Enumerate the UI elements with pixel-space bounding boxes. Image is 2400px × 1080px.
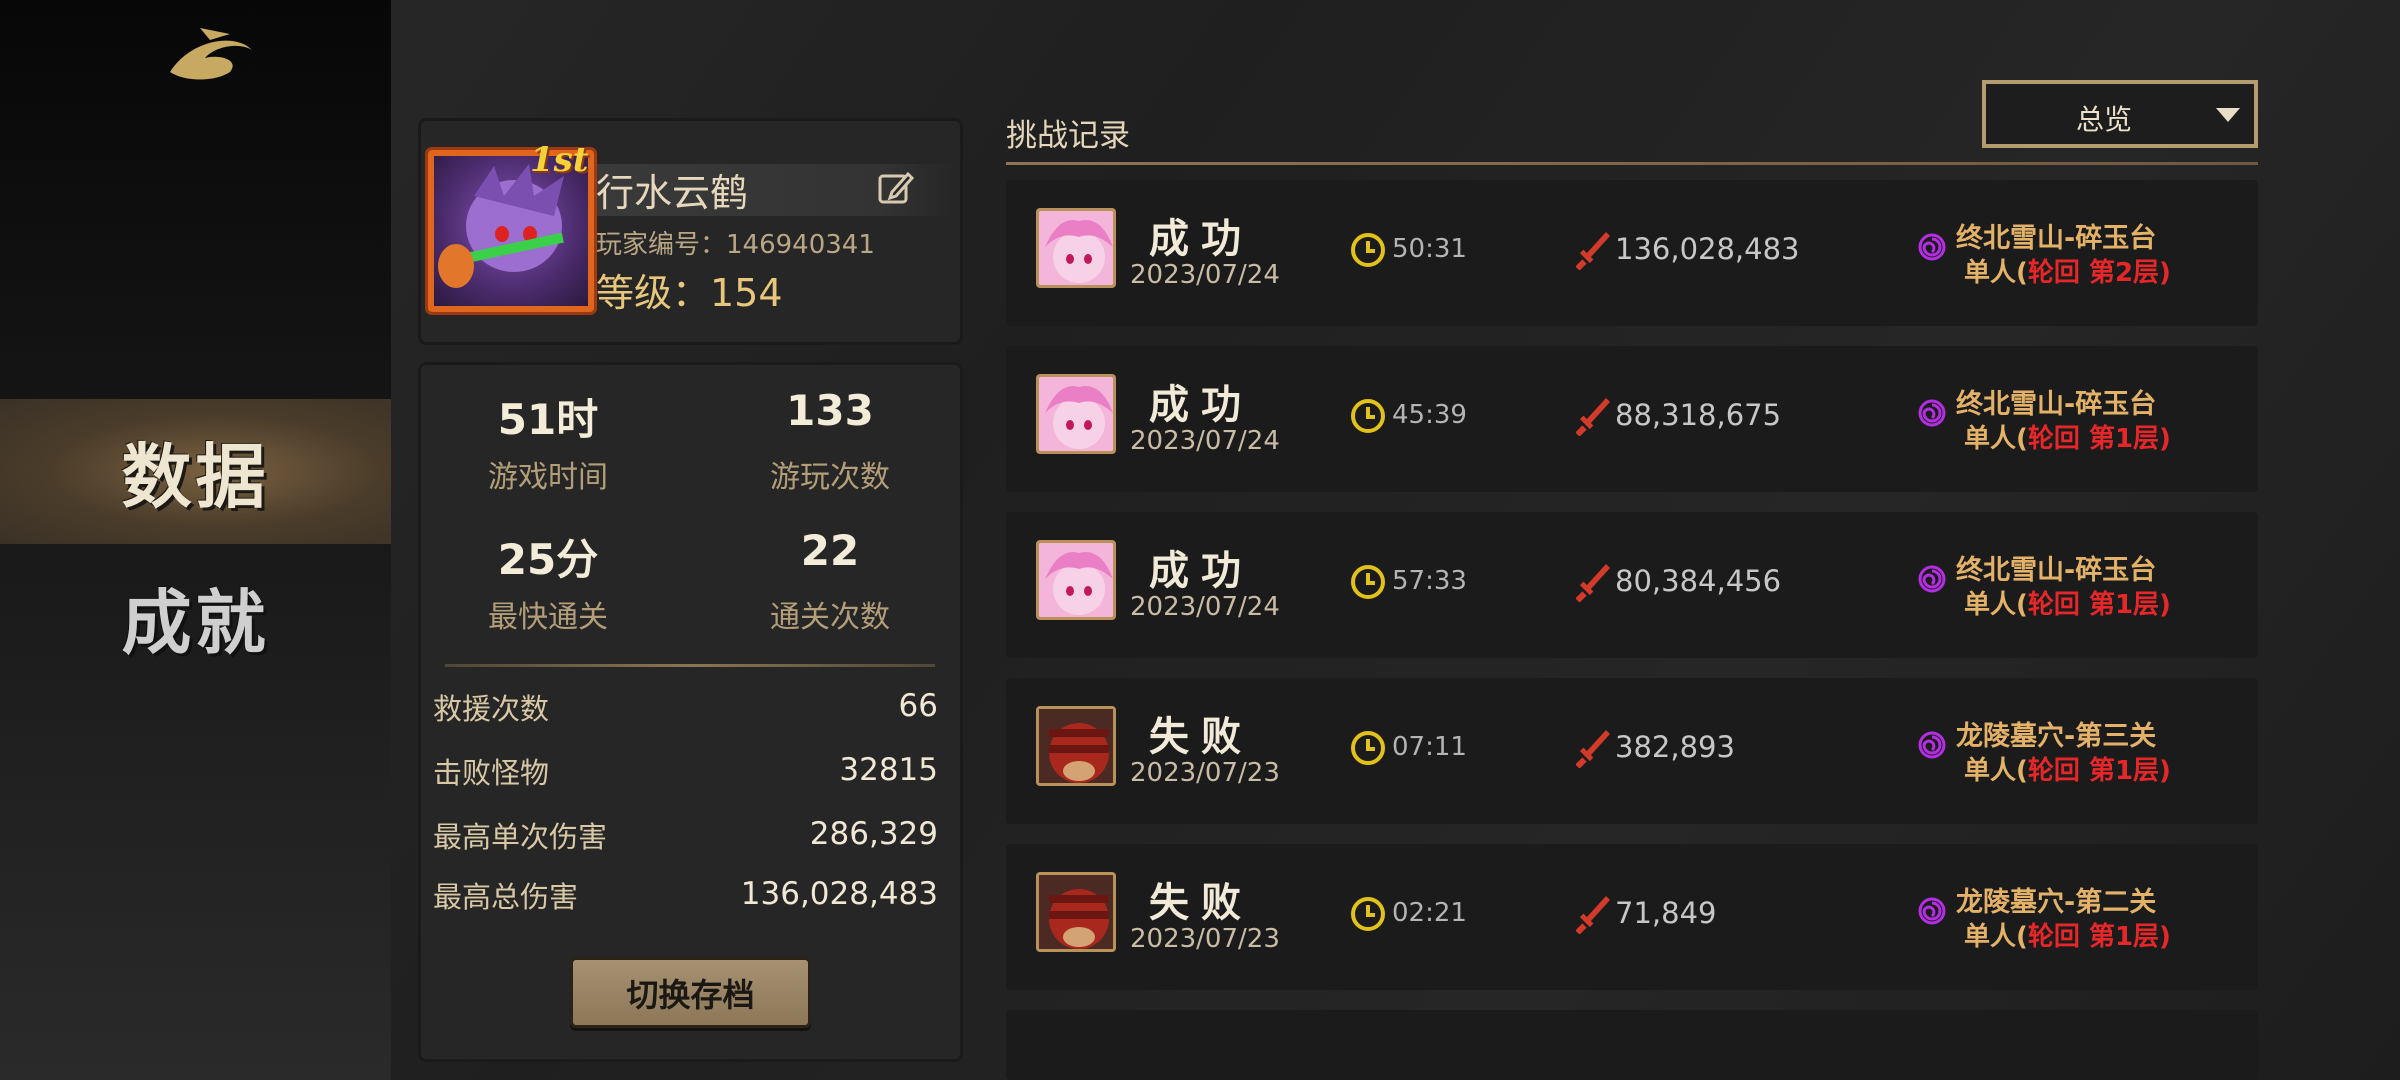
record-mode-prefix: 单人( xyxy=(1964,756,2028,786)
clock-icon xyxy=(1351,399,1385,433)
side-nav: 数据 成就 xyxy=(0,0,391,1080)
record-map: 终北雪山-碎玉台 xyxy=(1956,389,2157,420)
rescue-count-label: 救援次数 xyxy=(433,692,550,726)
record-map: 终北雪山-碎玉台 xyxy=(1956,555,2157,586)
play-time-label: 游戏时间 xyxy=(488,460,608,495)
player-level: 等级：154 xyxy=(596,271,783,315)
clock-icon xyxy=(1351,731,1385,765)
clear-count-value: 22 xyxy=(800,526,860,575)
play-count-value: 133 xyxy=(786,386,874,435)
record-character-avatar xyxy=(1036,706,1116,786)
damage-sword-icon xyxy=(1576,232,1610,270)
portal-swirl-icon xyxy=(1918,233,1946,261)
record-duration: 50:31 xyxy=(1392,234,1467,264)
record-mode-prefix: 单人( xyxy=(1964,922,2028,952)
chevron-down-icon xyxy=(2216,108,2240,122)
clear-count-label: 通关次数 xyxy=(770,600,890,635)
record-status: 失败 xyxy=(1149,879,1253,926)
portal-swirl-icon xyxy=(1918,731,1946,759)
game-logo-icon xyxy=(170,28,252,80)
record-character-avatar xyxy=(1036,540,1116,620)
record-status: 成功 xyxy=(1149,381,1253,428)
record-row[interactable]: 成功 2023/07/24 45:39 88,318,675 终北雪山-碎玉台 单人(轮回… xyxy=(1006,346,2258,492)
record-character-avatar xyxy=(1036,208,1116,288)
record-date: 2023/07/23 xyxy=(1130,758,1280,788)
record-row-partial xyxy=(1006,1010,2258,1080)
record-status: 成功 xyxy=(1149,547,1253,594)
record-date: 2023/07/23 xyxy=(1130,924,1280,954)
record-duration: 57:33 xyxy=(1392,566,1467,596)
play-count-label: 游玩次数 xyxy=(770,460,890,495)
rank-badge: 1st xyxy=(530,140,589,180)
record-character-avatar xyxy=(1036,374,1116,454)
max-single-damage-label: 最高单次伤害 xyxy=(433,820,608,854)
record-mode-prefix: 单人( xyxy=(1964,258,2028,288)
record-mode: 单人(轮回 第1层) xyxy=(1964,916,2171,953)
monsters-defeated-value: 32815 xyxy=(839,752,938,788)
record-status: 成功 xyxy=(1149,215,1253,262)
monsters-defeated-label: 击败怪物 xyxy=(433,756,550,790)
record-row[interactable]: 成功 2023/07/24 57:33 80,384,456 终北雪山-碎玉台 单人(轮回… xyxy=(1006,512,2258,658)
record-mode-detail: 轮回 第1层) xyxy=(2027,922,2171,952)
damage-sword-icon xyxy=(1576,564,1610,602)
damage-sword-icon xyxy=(1576,398,1610,436)
record-map: 终北雪山-碎玉台 xyxy=(1956,223,2157,254)
play-time-value: 51时 xyxy=(497,395,599,444)
max-total-damage-label: 最高总伤害 xyxy=(433,880,579,914)
max-single-damage-value: 286,329 xyxy=(809,816,938,852)
record-map: 龙陵墓穴-第二关 xyxy=(1956,887,2157,918)
portal-swirl-icon xyxy=(1918,565,1946,593)
nav-item-achievements[interactable]: 成就 xyxy=(0,545,391,690)
record-mode-detail: 轮回 第1层) xyxy=(2027,424,2171,454)
record-mode: 单人(轮回 第2层) xyxy=(1964,252,2171,289)
record-date: 2023/07/24 xyxy=(1130,260,1280,290)
fastest-clear-value: 25分 xyxy=(497,535,599,584)
rescue-count-value: 66 xyxy=(898,688,938,724)
record-duration: 07:11 xyxy=(1392,732,1467,762)
player-name: 行水云鹤 xyxy=(596,171,749,215)
record-mode-detail: 轮回 第1层) xyxy=(2027,590,2171,620)
fastest-clear-label: 最快通关 xyxy=(488,600,608,635)
record-duration: 45:39 xyxy=(1392,400,1467,430)
record-mode: 单人(轮回 第1层) xyxy=(1964,584,2171,621)
record-mode: 单人(轮回 第1层) xyxy=(1964,418,2171,455)
record-damage: 88,318,675 xyxy=(1615,398,1782,432)
stats-divider xyxy=(445,664,935,667)
record-damage: 136,028,483 xyxy=(1615,232,1800,266)
player-id: 玩家编号：146940341 xyxy=(596,230,875,260)
record-damage: 80,384,456 xyxy=(1615,564,1782,598)
record-damage: 71,849 xyxy=(1615,896,1717,930)
record-row[interactable]: 失败 2023/07/23 02:21 71,849 龙陵墓穴-第二关 单人(轮回 第1层… xyxy=(1006,844,2258,990)
portal-swirl-icon xyxy=(1918,399,1946,427)
damage-sword-icon xyxy=(1576,896,1610,934)
records-title-underline xyxy=(1006,162,2258,165)
record-mode-detail: 轮回 第1层) xyxy=(2027,756,2171,786)
records-title: 挑战记录 xyxy=(1006,118,1130,154)
record-duration: 02:21 xyxy=(1392,898,1467,928)
record-damage: 382,893 xyxy=(1615,730,1735,764)
clock-icon xyxy=(1351,565,1385,599)
record-row[interactable]: 失败 2023/07/23 07:11 382,893 龙陵墓穴-第三关 单人(轮回 第1… xyxy=(1006,678,2258,824)
record-mode-prefix: 单人( xyxy=(1964,590,2028,620)
max-total-damage-value: 136,028,483 xyxy=(740,876,938,912)
game-stats-screen: 数据 成就 1st 行水云鹤 玩家编号：146940341 等级：154 51时… xyxy=(0,0,2400,1080)
records-filter-value: 总览 xyxy=(2075,103,2132,136)
record-mode: 单人(轮回 第1层) xyxy=(1964,750,2171,787)
edit-icon[interactable] xyxy=(876,168,916,208)
nav-item-data[interactable]: 数据 xyxy=(0,399,391,544)
clock-icon xyxy=(1351,897,1385,931)
records-filter-dropdown[interactable]: 总览 xyxy=(1982,80,2258,148)
record-date: 2023/07/24 xyxy=(1130,592,1280,622)
record-map: 龙陵墓穴-第三关 xyxy=(1956,721,2157,752)
record-mode-prefix: 单人( xyxy=(1964,424,2028,454)
portal-swirl-icon xyxy=(1918,897,1946,925)
record-mode-detail: 轮回 第2层) xyxy=(2027,258,2171,288)
clock-icon xyxy=(1351,233,1385,267)
record-character-avatar xyxy=(1036,872,1116,952)
record-date: 2023/07/24 xyxy=(1130,426,1280,456)
record-row[interactable]: 成功 2023/07/24 50:31 136,028,483 终北雪山-碎玉台 单人(轮… xyxy=(1006,180,2258,326)
switch-save-button[interactable]: 切换存档 xyxy=(570,957,811,1028)
record-status: 失败 xyxy=(1149,713,1253,760)
damage-sword-icon xyxy=(1576,730,1610,768)
